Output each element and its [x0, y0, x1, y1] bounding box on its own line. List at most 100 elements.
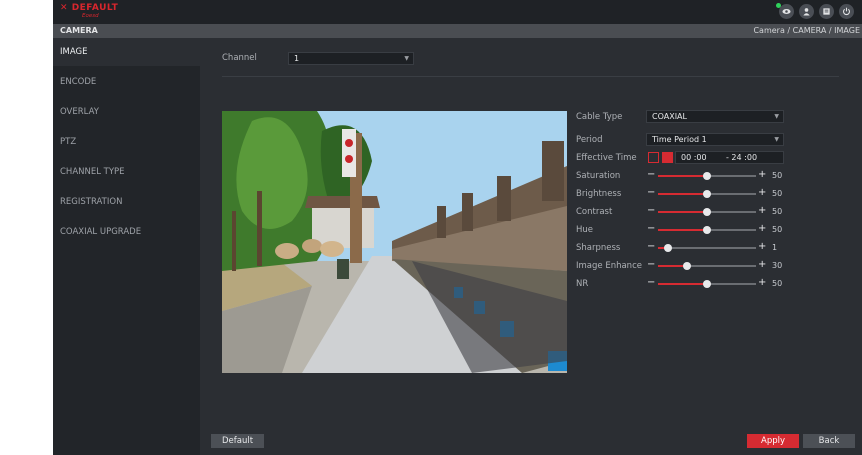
increase-button[interactable]: + [758, 205, 766, 216]
cable-type-label: Cable Type [576, 112, 623, 122]
logo-subtext: Eoesd [82, 13, 99, 19]
increase-button[interactable]: + [758, 223, 766, 234]
sidebar-item-encode[interactable]: ENCODE [53, 68, 200, 96]
period-color-box-selected[interactable] [662, 152, 673, 163]
decrease-button[interactable]: − [647, 187, 655, 198]
decrease-button[interactable]: − [647, 259, 655, 270]
user-icon[interactable] [799, 4, 814, 19]
sidebar-item-image[interactable]: IMAGE [53, 38, 200, 66]
default-button[interactable]: Default [211, 434, 264, 448]
effective-time-input[interactable]: 00 :00 - 24 :00 [675, 151, 784, 164]
slider-row-hue: Hue − +50 [576, 223, 786, 237]
recording-icon[interactable] [819, 4, 834, 19]
sidebar-item-channel-type[interactable]: CHANNEL TYPE [53, 158, 200, 186]
slider-handle[interactable] [663, 244, 672, 252]
increase-button[interactable]: + [758, 169, 766, 180]
slider-value: 50 [772, 207, 783, 216]
slider-row-nr: NR − +50 [576, 277, 786, 291]
sidebar: IMAGE ENCODE OVERLAY PTZ CHANNEL TYPE RE… [53, 38, 200, 455]
brand-logo: ✕ DEFAULT Eoesd [60, 3, 120, 21]
preview-image [222, 111, 567, 373]
decrease-button[interactable]: − [647, 169, 655, 180]
slider-fill [658, 283, 707, 285]
slider-value: 50 [772, 189, 783, 198]
decrease-button[interactable]: − [647, 205, 655, 216]
apply-button[interactable]: Apply [747, 434, 799, 448]
cable-type-value: COAXIAL [652, 112, 687, 121]
slider-handle[interactable] [703, 190, 711, 198]
slider-track[interactable] [658, 208, 756, 216]
slider-label: Saturation [576, 171, 621, 181]
slider-row-contrast: Contrast − +50 [576, 205, 786, 219]
top-icons [776, 3, 854, 19]
slider-track[interactable] [658, 262, 756, 270]
slider-fill [658, 211, 707, 213]
slider-fill [658, 175, 707, 177]
slider-track[interactable] [658, 190, 756, 198]
app-window: ✕ DEFAULT Eoesd CAMERA Camera / CAMERA /… [53, 0, 862, 455]
slider-value: 1 [772, 243, 778, 252]
sidebar-item-overlay[interactable]: OVERLAY [53, 98, 200, 126]
cable-type-select[interactable]: COAXIAL ▼ [646, 110, 784, 123]
decrease-button[interactable]: − [647, 241, 655, 252]
top-bar: ✕ DEFAULT Eoesd [53, 0, 862, 24]
slider-label: Brightness [576, 189, 622, 199]
slider-label: NR [576, 279, 589, 289]
period-select[interactable]: Time Period 1 ▼ [646, 133, 784, 146]
camera-preview [222, 111, 567, 373]
decrease-button[interactable]: − [647, 223, 655, 234]
channel-value: 1 [294, 54, 300, 63]
increase-button[interactable]: + [758, 277, 766, 288]
breadcrumb[interactable]: Camera / CAMERA / IMAGE [753, 26, 860, 35]
period-color-box[interactable] [648, 152, 659, 163]
effective-time-start: 00 :00 [681, 153, 707, 162]
power-icon[interactable] [839, 4, 854, 19]
slider-label: Image Enhance [576, 261, 642, 271]
period-label: Period [576, 135, 603, 145]
slider-fill [658, 229, 707, 231]
effective-time-label: Effective Time [576, 153, 637, 163]
chevron-down-icon: ▼ [774, 113, 779, 120]
slider-value: 50 [772, 225, 783, 234]
divider [222, 76, 839, 77]
back-button[interactable]: Back [803, 434, 855, 448]
slider-track[interactable] [658, 226, 756, 234]
logo-text: ✕ DEFAULT [60, 3, 119, 13]
main-content: Channel 1 ▼ Cable Type COAXIAL ▼ Period … [200, 38, 862, 455]
live-view-icon[interactable] [776, 3, 794, 19]
channel-label: Channel [222, 53, 257, 63]
section-title: CAMERA [60, 26, 98, 35]
increase-button[interactable]: + [758, 241, 766, 252]
slider-handle[interactable] [703, 226, 711, 234]
slider-row-brightness: Brightness − +50 [576, 187, 786, 201]
period-value: Time Period 1 [652, 135, 707, 144]
increase-button[interactable]: + [758, 187, 766, 198]
slider-handle[interactable] [683, 262, 692, 270]
slider-track[interactable] [658, 244, 756, 252]
sidebar-item-coaxial-upgrade[interactable]: COAXIAL UPGRADE [53, 218, 200, 246]
effective-time-end: - 24 :00 [726, 153, 758, 162]
sidebar-item-registration[interactable]: REGISTRATION [53, 188, 200, 216]
chevron-down-icon: ▼ [774, 136, 779, 143]
slider-value: 30 [772, 261, 783, 270]
slider-label: Hue [576, 225, 594, 235]
slider-value: 50 [772, 171, 783, 180]
slider-handle[interactable] [703, 280, 711, 288]
slider-handle[interactable] [703, 208, 711, 216]
slider-handle[interactable] [703, 172, 711, 180]
channel-select[interactable]: 1 ▼ [288, 52, 414, 65]
breadcrumb-bar: CAMERA Camera / CAMERA / IMAGE [53, 24, 862, 38]
slider-row-sharpness: Sharpness − +1 [576, 241, 786, 255]
increase-button[interactable]: + [758, 259, 766, 270]
slider-label: Contrast [576, 207, 613, 217]
slider-row-image-enhance: Image Enhance − +30 [576, 259, 786, 273]
decrease-button[interactable]: − [647, 277, 655, 288]
slider-fill [658, 193, 707, 195]
slider-track[interactable] [658, 280, 756, 288]
status-dot [776, 3, 781, 8]
chevron-down-icon: ▼ [404, 55, 409, 62]
slider-value: 50 [772, 279, 783, 288]
slider-label: Sharpness [576, 243, 621, 253]
sidebar-item-ptz[interactable]: PTZ [53, 128, 200, 156]
slider-track[interactable] [658, 172, 756, 180]
